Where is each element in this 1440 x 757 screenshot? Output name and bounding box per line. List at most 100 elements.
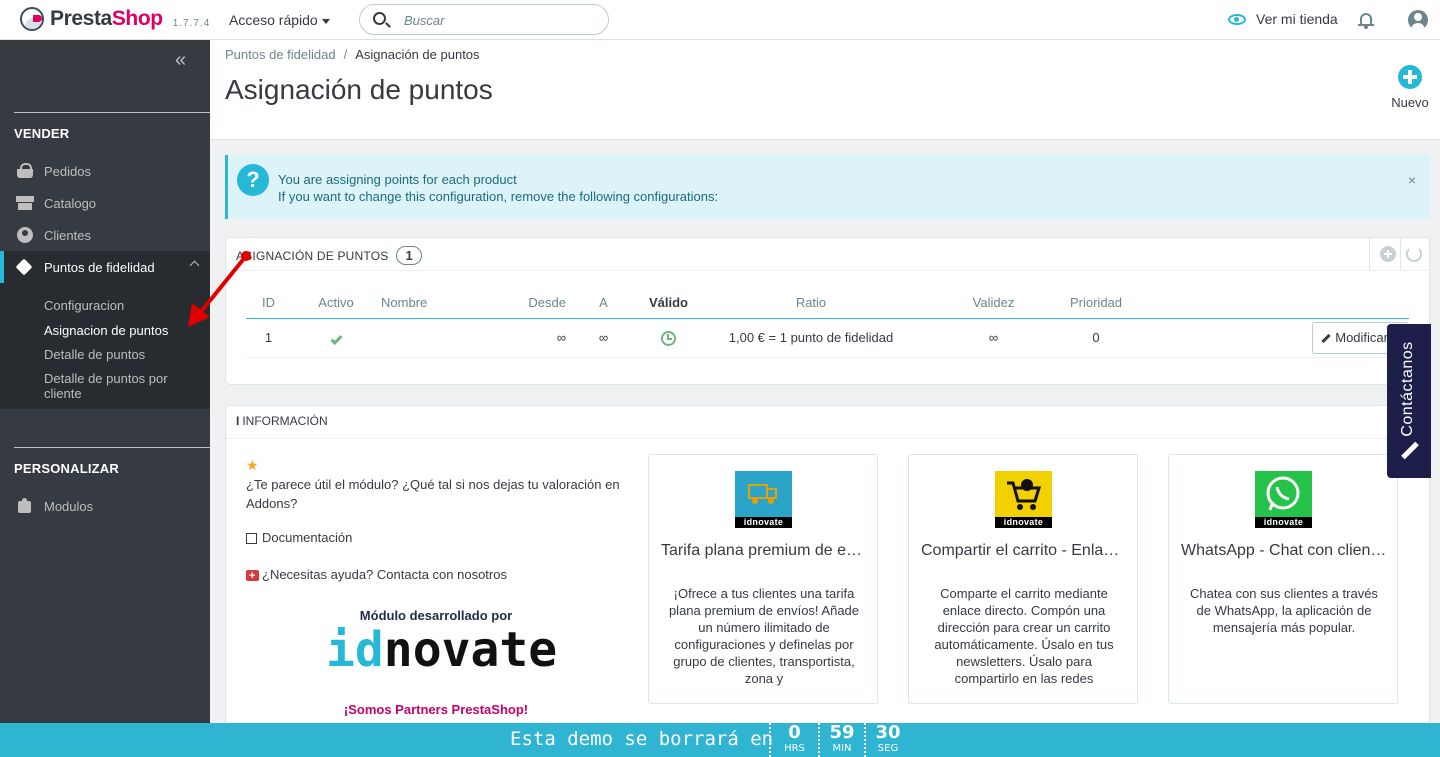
breadcrumb-separator: / [343,47,348,62]
search-box[interactable] [359,4,609,35]
idnovate-logo[interactable]: idnovate [326,624,576,674]
breadcrumb-current: Asignación de puntos [355,47,480,62]
sidebar-item-clientes[interactable]: Clientes [0,219,210,251]
documentation-label: Documentación [262,530,353,545]
submenu-item-configuracion[interactable]: Configuracion [44,298,194,313]
collapse-sidebar-icon[interactable]: « [175,50,186,70]
sidebar-item-label: Modulos [44,498,94,514]
logo-text-presta: Presta [50,7,112,30]
countdown-minutes: 59 MIN [818,723,864,757]
refresh-icon[interactable] [1406,246,1422,262]
breadcrumb: Puntos de fidelidad / Asignación de puntos [225,47,480,62]
clock-icon [661,330,676,346]
search-icon[interactable] [373,12,386,25]
whatsapp-icon: idnovate [1255,471,1312,528]
submenu-item-asignacion[interactable]: Asignacion de puntos [44,323,194,338]
documentation-link[interactable]: Documentación [246,528,352,547]
card-title[interactable]: Tarifa plana premium de envíos [661,542,867,560]
col-header[interactable]: Nombre [381,288,441,319]
col-header[interactable]: A [566,288,641,319]
submenu-item-detalle-cliente[interactable]: Detalle de puntos por cliente [44,371,194,401]
star-icon: ★ [246,457,259,473]
cell-a: ∞ [566,318,641,358]
col-header[interactable]: Desde [441,288,566,319]
card-title[interactable]: Compartir el carrito - Enlace directo [921,542,1127,560]
cell-valido [641,318,696,358]
store-icon [16,195,34,211]
col-header-actions [1131,288,1409,319]
module-card[interactable]: idnovate Tarifa plana premium de envíos … [648,454,878,704]
prestashop-logo[interactable]: PrestaShop 1.7.7.4 [20,7,210,31]
card-title[interactable]: WhatsApp - Chat con clientes [1181,542,1387,560]
card-band-label: idnovate [735,517,792,528]
sidebar-item-puntos-fidelidad[interactable]: Puntos de fidelidad [0,251,210,283]
table-row[interactable]: 1 ∞ ∞ 1,00 € = 1 punto de fidelidad ∞ 0 … [246,318,1409,358]
card-band-label: idnovate [995,517,1052,528]
countdown-seconds-label: SEG [877,743,899,754]
countdown-seconds: 30 SEG [864,723,910,757]
basket-icon [16,163,34,179]
module-card[interactable]: idnovate WhatsApp - Chat con clientes Ch… [1168,454,1398,704]
view-store-link[interactable]: Ver mi tienda [1228,11,1338,27]
col-header[interactable]: Ratio [696,288,926,319]
rate-text[interactable]: ¿Te parece útil el módulo? ¿Qué tal si n… [246,477,620,511]
card-description: Comparte el carrito mediante enlace dire… [934,586,1114,686]
info-alert: ? You are assigning points for each prod… [225,155,1430,219]
col-header[interactable]: Válido [641,288,696,319]
points-list-panel: Asignación de puntos 1 ID Activo Nombre D… [225,237,1430,385]
sidebar-item-label: Catalogo [44,195,97,211]
card-band-label: idnovate [1255,517,1312,528]
sidebar-item-catalogo[interactable]: Catalogo [0,187,210,219]
cell-activo[interactable] [291,318,381,358]
notifications-bell-icon[interactable] [1358,11,1374,29]
submenu-item-detalle[interactable]: Detalle de puntos [44,347,194,362]
countdown-minutes-value: 59 [829,722,855,743]
col-header[interactable]: Prioridad [1061,288,1131,319]
caret-down-icon [321,18,330,24]
close-icon[interactable]: × [1408,172,1416,188]
sidebar-item-modulos[interactable]: Modulos [0,490,210,522]
sidebar-nav: « VENDER Pedidos Catalogo Clientes Punto… [0,40,210,724]
quick-access-label: Acceso rápido [229,12,318,28]
card-description: Chatea con sus clientes a través de What… [1190,586,1378,635]
cart-share-icon: idnovate [995,471,1052,528]
check-icon[interactable] [329,332,343,346]
tag-icon [16,259,34,275]
cell-validez: ∞ [926,318,1061,358]
new-button[interactable]: Nuevo [1388,65,1432,110]
person-icon [16,227,34,243]
alert-line-1: You are assigning points for each produc… [278,172,517,187]
panel-toolbar [1369,238,1429,270]
sidebar-submenu: Configuracion Asignacion de puntos Detal… [0,283,210,409]
rate-module-link[interactable]: ★ ¿Te parece útil el módulo? ¿Qué tal si … [246,456,626,513]
idnovate-logo-text: idnovate [326,624,557,674]
col-header[interactable]: Validez [926,288,1061,319]
user-account-icon[interactable] [1408,10,1428,30]
truck-icon: idnovate [735,471,792,528]
breadcrumb-parent[interactable]: Puntos de fidelidad [225,47,336,62]
sidebar-item-label: Pedidos [44,163,91,179]
help-contact-link[interactable]: ¿Necesitas ayuda? Contacta con nosotros [246,565,507,586]
countdown-minutes-label: MIN [832,743,852,754]
sidebar-section-title: VENDER [14,126,70,141]
col-header[interactable]: Activo [291,288,381,319]
search-input[interactable] [404,11,594,29]
contact-tab[interactable]: Contáctanos [1387,324,1431,478]
module-card[interactable]: idnovate Compartir el carrito - Enlace d… [908,454,1138,704]
cell-prioridad: 0 [1061,318,1131,358]
panel-heading: i INFORMACIÓN [236,414,328,428]
help-label: ¿Necesitas ayuda? Contacta con nosotros [262,567,507,582]
sidebar-section-title: PERSONALIZAR [14,461,119,476]
add-new-icon[interactable] [1380,246,1396,262]
quick-access-dropdown[interactable]: Acceso rápido [229,12,330,28]
partners-label: ¡Somos Partners PrestaShop! [343,702,529,717]
red-arrow-annotation [188,251,251,327]
page-header: Puntos de fidelidad / Asignación de puntos… [210,40,1440,140]
logo-text: PrestaShop [50,7,163,31]
sidebar-item-pedidos[interactable]: Pedidos [0,155,210,187]
panel-title: INFORMACIÓN [242,414,328,428]
alert-line-2: If you want to change this configuration… [278,189,719,204]
puffin-logo-icon [20,7,44,31]
logo-text-shop: Shop [111,7,163,30]
countdown-message: Esta demo se borrará en [510,728,774,750]
